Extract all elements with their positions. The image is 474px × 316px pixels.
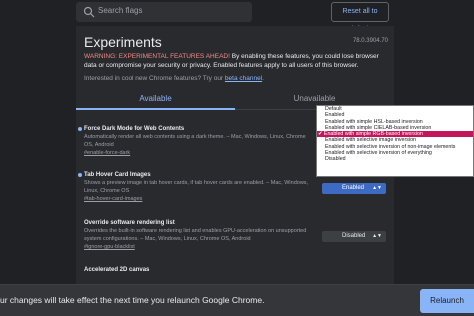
experiment-name: Override software rendering list [84, 220, 175, 226]
reset-all-button[interactable]: Reset all to default [331, 2, 389, 33]
experiment-name: Accelerated 2D canvas [84, 267, 150, 273]
dropdown-option-label: Enabled with simple RGB-based inversion [323, 131, 423, 138]
dropdown-option[interactable]: Disabled [317, 156, 473, 162]
experiment-name: Tab Hover Card Images [84, 172, 151, 178]
modified-indicator [78, 127, 82, 131]
experiment-link[interactable]: #tab-hover-card-images [84, 196, 316, 202]
relaunch-message: ur changes will take effect the next tim… [0, 295, 265, 305]
select-value: Disabled [342, 233, 366, 239]
select-value: Enabled [342, 185, 365, 191]
experiment-accelerated-2d-canvas: Accelerated 2D canvas [84, 267, 316, 273]
experiment-ignore-gpu-blacklist: Override software rendering list Overrid… [84, 220, 316, 250]
search-input[interactable]: Search flags [76, 2, 252, 22]
top-bar: Search flags Reset all to default [0, 0, 474, 33]
modified-indicator [78, 173, 82, 177]
beta-promo-end: . [262, 75, 264, 82]
chevron-down-icon: ▲▼ [372, 233, 382, 239]
search-icon [83, 6, 95, 18]
tab-hover-card-images-select[interactable]: Enabled ▲▼ [322, 183, 386, 194]
experiment-description: Shows a preview image in tab hover cards… [84, 180, 309, 194]
relaunch-button[interactable]: Relaunch [420, 289, 474, 313]
experiment-name: Force Dark Mode for Web Contents [84, 126, 185, 132]
tab-available[interactable]: Available [76, 88, 235, 110]
search-placeholder: Search flags [98, 6, 143, 15]
experiment-force-dark: Force Dark Mode for Web Contents Automat… [78, 126, 316, 156]
experiment-description: Overrides the built-in software renderin… [84, 228, 307, 242]
left-margin [0, 26, 76, 290]
warning-text: WARNING: EXPERIMENTAL FEATURES AHEAD! By… [84, 52, 390, 70]
warning-heading: WARNING: EXPERIMENTAL FEATURES AHEAD! [84, 53, 230, 60]
ignore-gpu-blacklist-select[interactable]: Disabled ▲▼ [322, 231, 386, 242]
beta-promo-text: Interested in cool new Chrome features? … [84, 75, 225, 82]
page-title: Experiments [84, 34, 162, 50]
experiment-link[interactable]: #ignore-gpu-blacklist [84, 244, 316, 250]
beta-channel-link[interactable]: beta channel [225, 75, 262, 82]
experiment-tab-hover-card-images: Tab Hover Card Images Shows a preview im… [78, 172, 316, 202]
experiment-link[interactable]: #enable-force-dark [84, 150, 316, 156]
beta-promo: Interested in cool new Chrome features? … [84, 75, 264, 82]
relaunch-bar: ur changes will take effect the next tim… [0, 284, 474, 316]
experiment-description: Automatically render all web contents us… [84, 134, 306, 148]
force-dark-options-dropdown[interactable]: Default Enabled Enabled with simple HSL-… [316, 105, 474, 177]
chevron-down-icon: ▲▼ [372, 185, 382, 191]
version-label: 78.0.3904.70 [352, 38, 388, 44]
